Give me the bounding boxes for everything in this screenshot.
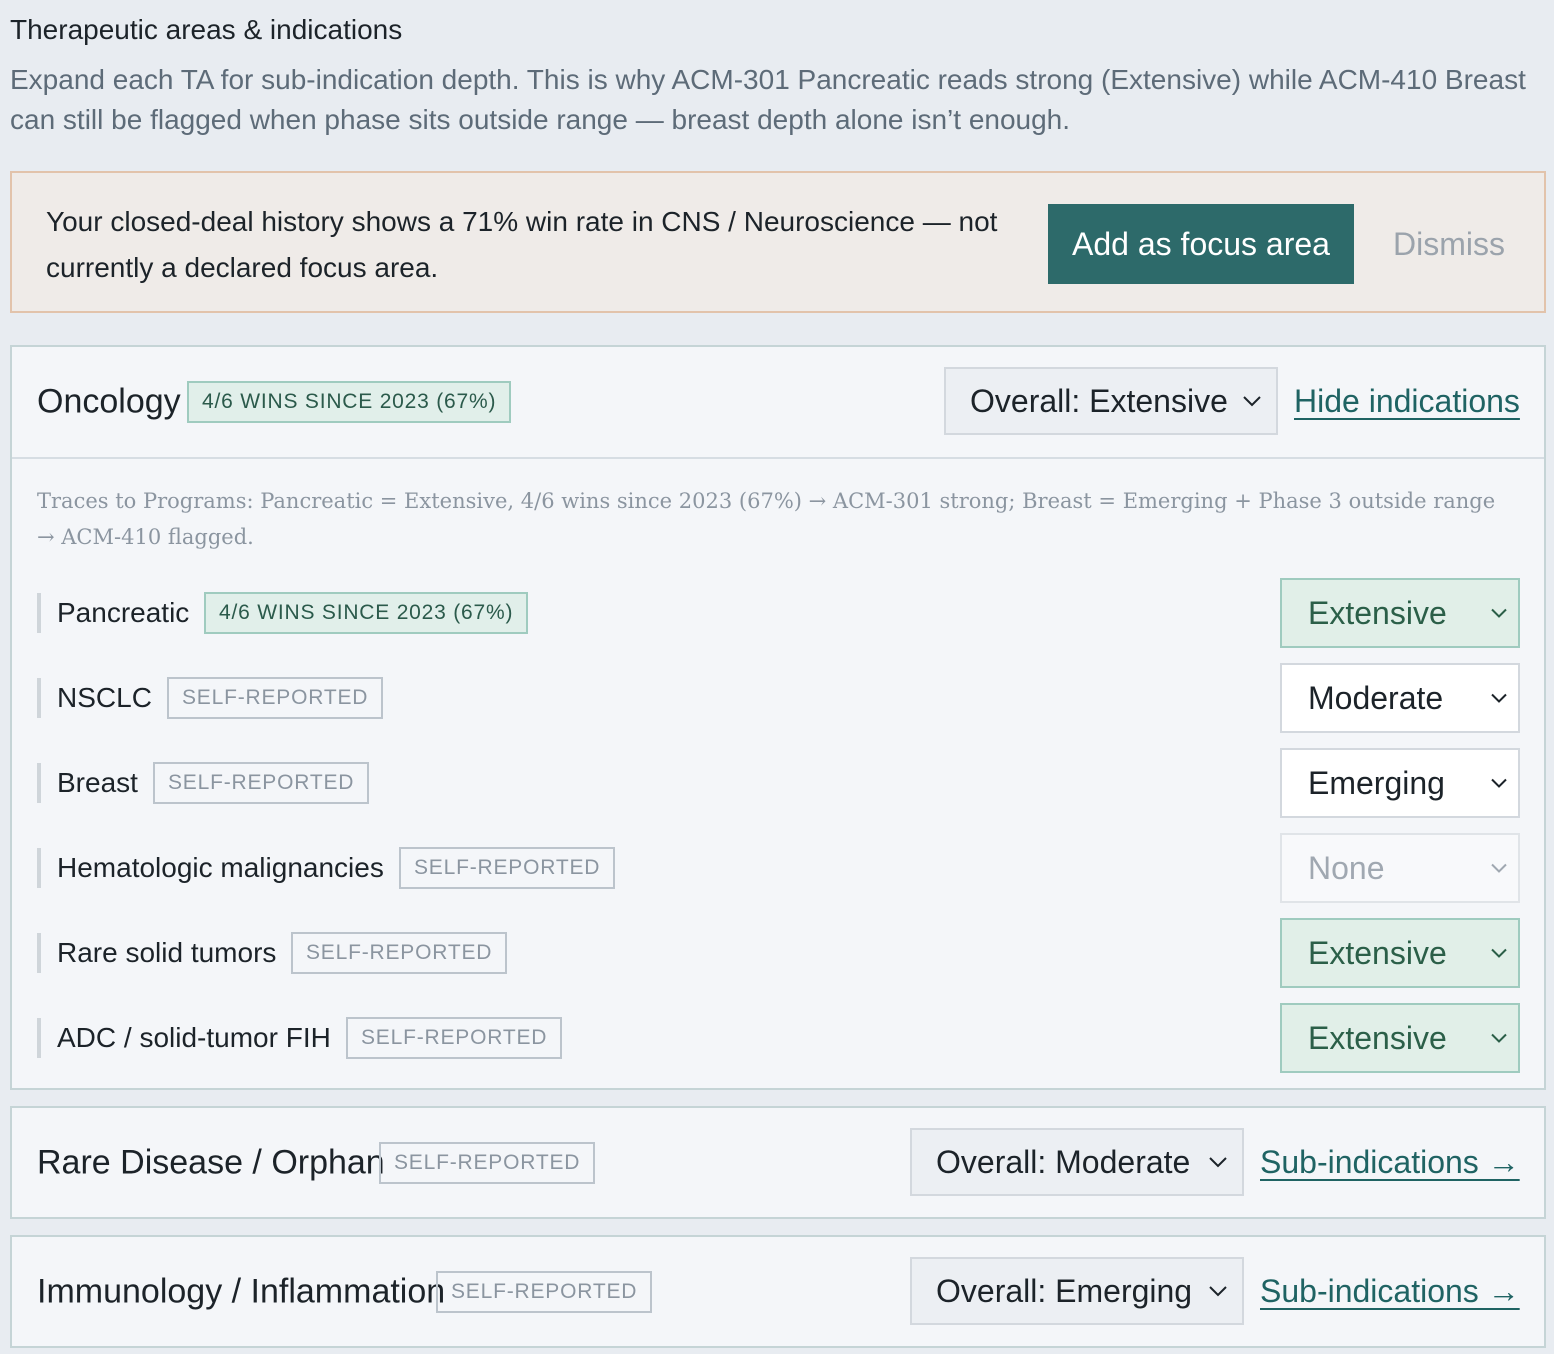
row-indicator [37,763,41,803]
depth-value: Extensive [1308,934,1447,971]
win-rate-badge: 4/6 WINS SINCE 2023 (67%) [187,381,512,423]
ta-name: Rare Disease / Orphan [37,1143,385,1181]
indication-row: ADC / solid-tumor FIH SELF-REPORTED Exte… [12,1001,1544,1086]
chevron-down-icon [1491,693,1507,703]
row-indicator [37,933,41,973]
overall-depth-value: Overall: Extensive [970,382,1228,419]
indication-row: Rare solid tumors SELF-REPORTED Extensiv… [12,916,1544,1001]
depth-value: None [1308,849,1385,886]
self-reported-badge: SELF-REPORTED [167,677,384,719]
self-reported-badge: SELF-REPORTED [436,1270,653,1313]
overall-depth-select[interactable]: Overall: Extensive [944,367,1278,435]
ta-card-immunology: Immunology / Inflammation SELF-REPORTED … [10,1235,1546,1348]
focus-area-suggestion-banner: Your closed-deal history shows a 71% win… [10,171,1546,313]
indication-row: NSCLC SELF-REPORTED Moderate [12,661,1544,746]
indication-row: Breast SELF-REPORTED Emerging [12,746,1544,831]
ta-card-header: Immunology / Inflammation SELF-REPORTED … [12,1237,1544,1346]
chevron-down-icon [1491,1033,1507,1043]
overall-depth-select[interactable]: Overall: Emerging [910,1257,1244,1325]
win-rate-badge: 4/6 WINS SINCE 2023 (67%) [204,592,529,634]
overall-depth-value: Overall: Moderate [936,1143,1191,1180]
depth-select[interactable]: Extensive [1280,1003,1520,1073]
self-reported-badge: SELF-REPORTED [379,1141,596,1184]
banner-message: Your closed-deal history shows a 71% win… [46,206,998,283]
dismiss-button[interactable]: Dismiss [1374,204,1524,284]
indication-name: Pancreatic [57,597,190,628]
chevron-down-icon [1491,948,1507,958]
depth-select[interactable]: Moderate [1280,663,1520,733]
overall-depth-select[interactable]: Overall: Moderate [910,1128,1244,1196]
depth-select[interactable]: None [1280,833,1520,903]
indication-name: Breast [57,767,138,798]
depth-value: Moderate [1308,679,1444,716]
ta-name: Oncology [37,382,181,421]
row-indicator [37,848,41,888]
chevron-down-icon [1209,1157,1227,1168]
self-reported-badge: SELF-REPORTED [399,847,616,889]
section-description: Expand each TA for sub-indication depth.… [10,64,1526,135]
chevron-down-icon [1209,1286,1227,1297]
chevron-down-icon [1491,863,1507,873]
row-indicator [37,678,41,718]
depth-select[interactable]: Emerging [1280,748,1520,818]
section-title: Therapeutic areas & indications [10,14,403,45]
sub-indications-link[interactable]: Sub-indications → [1260,1144,1520,1181]
row-indicator [37,1018,41,1058]
ta-name: Immunology / Inflammation [37,1272,446,1310]
depth-value: Emerging [1308,764,1445,801]
depth-select[interactable]: Extensive [1280,918,1520,988]
self-reported-badge: SELF-REPORTED [153,762,370,804]
chevron-down-icon [1243,396,1261,407]
indication-name: NSCLC [57,682,152,713]
ta-card-header: Oncology 4/6 WINS SINCE 2023 (67%) Overa… [12,347,1544,457]
self-reported-badge: SELF-REPORTED [346,1017,563,1059]
ta-card-oncology: Oncology 4/6 WINS SINCE 2023 (67%) Overa… [10,345,1546,1090]
indication-row: Hematologic malignancies SELF-REPORTED N… [12,831,1544,916]
indication-name: Rare solid tumors [57,937,277,968]
overall-depth-value: Overall: Emerging [936,1272,1193,1309]
hide-indications-link[interactable]: Hide indications [1294,383,1520,420]
depth-select[interactable]: Extensive [1280,578,1520,648]
self-reported-badge: SELF-REPORTED [291,932,508,974]
chevron-down-icon [1491,608,1507,618]
indication-name: ADC / solid-tumor FIH [57,1022,331,1053]
row-indicator [37,593,41,633]
indication-list: Pancreatic 4/6 WINS SINCE 2023 (67%) Ext… [12,576,1544,1086]
chevron-down-icon [1491,778,1507,788]
add-focus-area-button[interactable]: Add as focus area [1048,204,1354,284]
depth-value: Extensive [1308,594,1447,631]
ta-card-header: Rare Disease / Orphan SELF-REPORTED Over… [12,1108,1544,1217]
depth-value: Extensive [1308,1019,1447,1056]
trace-note: Traces to Programs: Pancreatic = Extensi… [37,489,1496,549]
ta-card-rare-disease: Rare Disease / Orphan SELF-REPORTED Over… [10,1106,1546,1219]
indication-row: Pancreatic 4/6 WINS SINCE 2023 (67%) Ext… [12,576,1544,661]
sub-indications-link[interactable]: Sub-indications → [1260,1273,1520,1310]
indication-name: Hematologic malignancies [57,852,384,883]
